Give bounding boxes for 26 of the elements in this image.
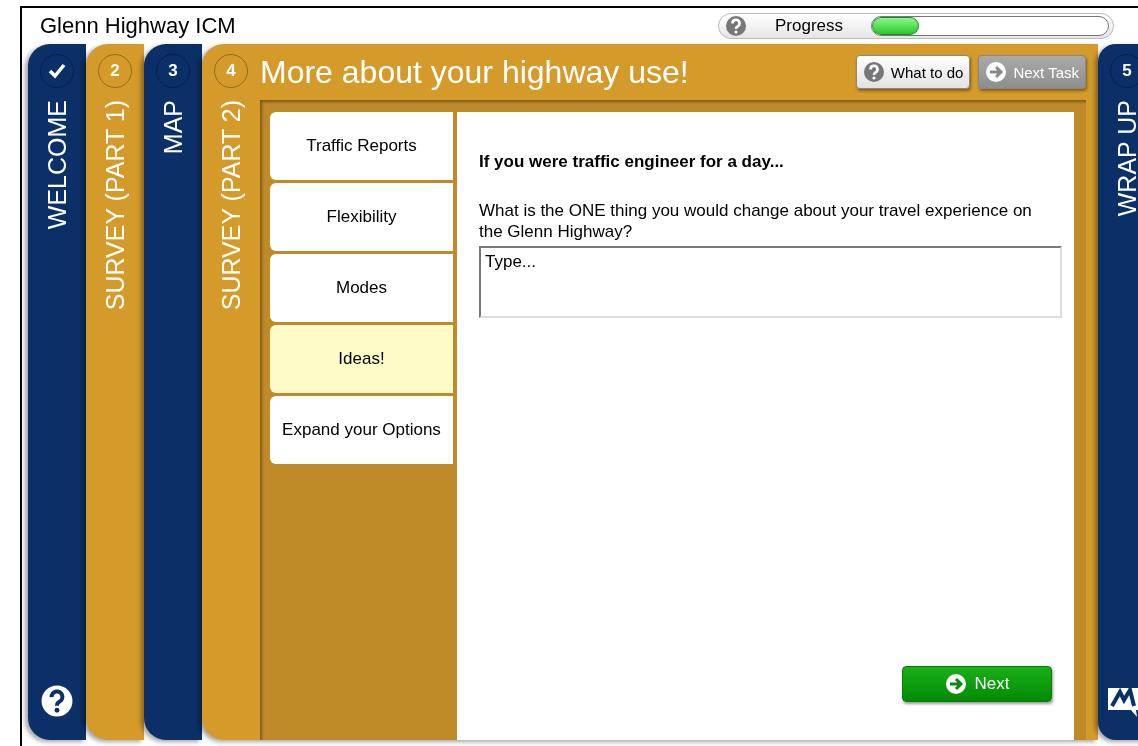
- step-label: WELCOME: [42, 100, 72, 230]
- step-label: WRAP UP: [1112, 100, 1138, 217]
- step-tab[interactable]: [202, 44, 1098, 740]
- help-icon: [725, 15, 747, 37]
- next-button[interactable]: Next: [902, 666, 1052, 702]
- step-tab[interactable]: 3 MAP: [144, 44, 202, 740]
- help-icon: [862, 61, 885, 83]
- step-label: SURVEY (PART 2): [216, 100, 246, 311]
- progress-label: Progress: [774, 16, 844, 36]
- answer-box[interactable]: Type...: [479, 246, 1062, 318]
- step-tab[interactable]: WELCOME: [28, 44, 86, 740]
- step-tab[interactable]: 5 WRAP UP: [1098, 44, 1138, 740]
- step-label: SURVEY (PART 1): [100, 100, 130, 311]
- page-title: More about your highway use!: [260, 53, 690, 91]
- question-heading: If you were traffic engineer for a day...: [479, 152, 785, 172]
- step-label: MAP: [158, 100, 188, 155]
- menu-item[interactable]: Ideas!: [270, 325, 453, 393]
- help-button[interactable]: What to do: [855, 55, 971, 89]
- check-icon: [48, 63, 66, 79]
- menu-item[interactable]: Modes: [270, 254, 453, 322]
- help-icon: [40, 684, 74, 718]
- menu-item[interactable]: Traffic Reports: [270, 112, 453, 180]
- app-title: Glenn Highway ICM: [40, 13, 236, 39]
- question-text: What is the ONE thing you would change about your travel experience on the Glenn Highway?: [479, 200, 1033, 242]
- menu-item[interactable]: Flexibility: [270, 183, 453, 251]
- menu-item[interactable]: Expand your Options: [270, 396, 453, 464]
